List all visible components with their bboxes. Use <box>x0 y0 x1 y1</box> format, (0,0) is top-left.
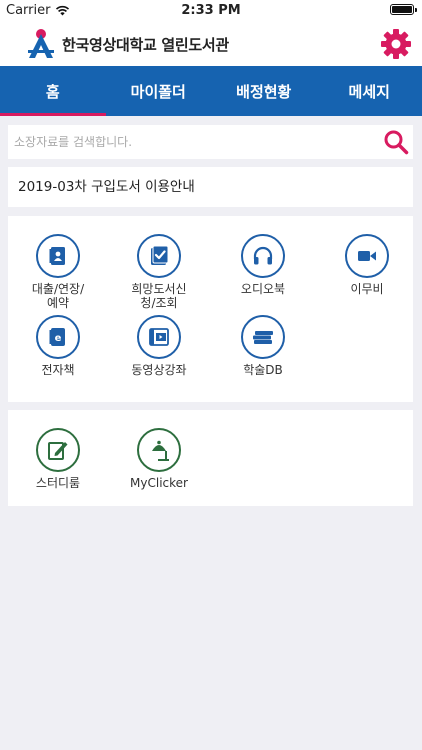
menu-item-video-lecture[interactable]: 동영상강좌 <box>109 315 209 377</box>
menu-item-study-room[interactable]: 스터디룸 <box>8 428 108 490</box>
menu-label-wishlist: 희망도서신 청/조회 <box>131 282 187 310</box>
menu-label-audiobook: 오디오북 <box>240 282 286 296</box>
tab-bar: 홈 마이폴더 배정현황 메세지 <box>0 66 422 116</box>
video-camera-icon <box>345 234 389 278</box>
notice-item[interactable]: 2019-03차 구입도서 이용안내 <box>8 167 413 207</box>
app-title: 한국영상대학교 열린도서관 <box>62 36 229 54</box>
menu-item-movie[interactable]: 이무비 <box>317 234 417 296</box>
ebook-icon: e <box>36 315 80 359</box>
menu-item-audiobook[interactable]: 오디오북 <box>213 234 313 296</box>
app-header: 한국영상대학교 열린도서관 <box>0 22 422 66</box>
book-stack-icon <box>241 315 285 359</box>
menu-label-loan: 대출/연장/ 예약 <box>31 282 85 310</box>
checklist-book-icon <box>137 234 181 278</box>
menu-item-myclicker[interactable]: MyClicker <box>109 428 209 490</box>
menu-item-ebook[interactable]: e 전자책 <box>8 315 108 377</box>
menu-label-academic-db: 학술DB <box>243 363 283 377</box>
headphones-icon <box>241 234 285 278</box>
menu-item-wishlist[interactable]: 희망도서신 청/조회 <box>109 234 209 310</box>
menu-label-video-lecture: 동영상강좌 <box>131 363 187 377</box>
svg-text:e: e <box>55 333 62 344</box>
main-menu-card: 대출/연장/ 예약 희망도서신 청/조회 오디오북 이무비 e 전자책 동영상강… <box>8 216 413 402</box>
search-bar <box>8 125 413 159</box>
menu-label-movie: 이무비 <box>350 282 384 296</box>
menu-label-myclicker: MyClicker <box>130 476 188 490</box>
contact-book-icon <box>36 234 80 278</box>
status-bar: Carrier 2:33 PM <box>0 0 422 22</box>
tab-my-folder[interactable]: 마이폴더 <box>106 66 212 116</box>
tab-home[interactable]: 홈 <box>0 66 106 116</box>
pencil-note-icon <box>36 428 80 472</box>
settings-gear-icon[interactable] <box>378 26 414 62</box>
menu-label-study-room: 스터디룸 <box>35 476 81 490</box>
battery-icon <box>390 4 417 15</box>
menu-item-academic-db[interactable]: 학술DB <box>213 315 313 377</box>
tab-assignment-status[interactable]: 배정현황 <box>211 66 317 116</box>
search-icon[interactable] <box>383 129 409 155</box>
video-lecture-icon <box>137 315 181 359</box>
university-logo <box>28 29 54 58</box>
menu-item-loan[interactable]: 대출/연장/ 예약 <box>8 234 108 310</box>
status-time: 2:33 PM <box>181 3 241 18</box>
search-input[interactable] <box>8 125 378 159</box>
extra-menu-card: 스터디룸 MyClicker <box>8 410 413 506</box>
tab-messages[interactable]: 메세지 <box>317 66 422 116</box>
menu-label-ebook: 전자책 <box>41 363 75 377</box>
desk-lamp-icon <box>137 428 181 472</box>
